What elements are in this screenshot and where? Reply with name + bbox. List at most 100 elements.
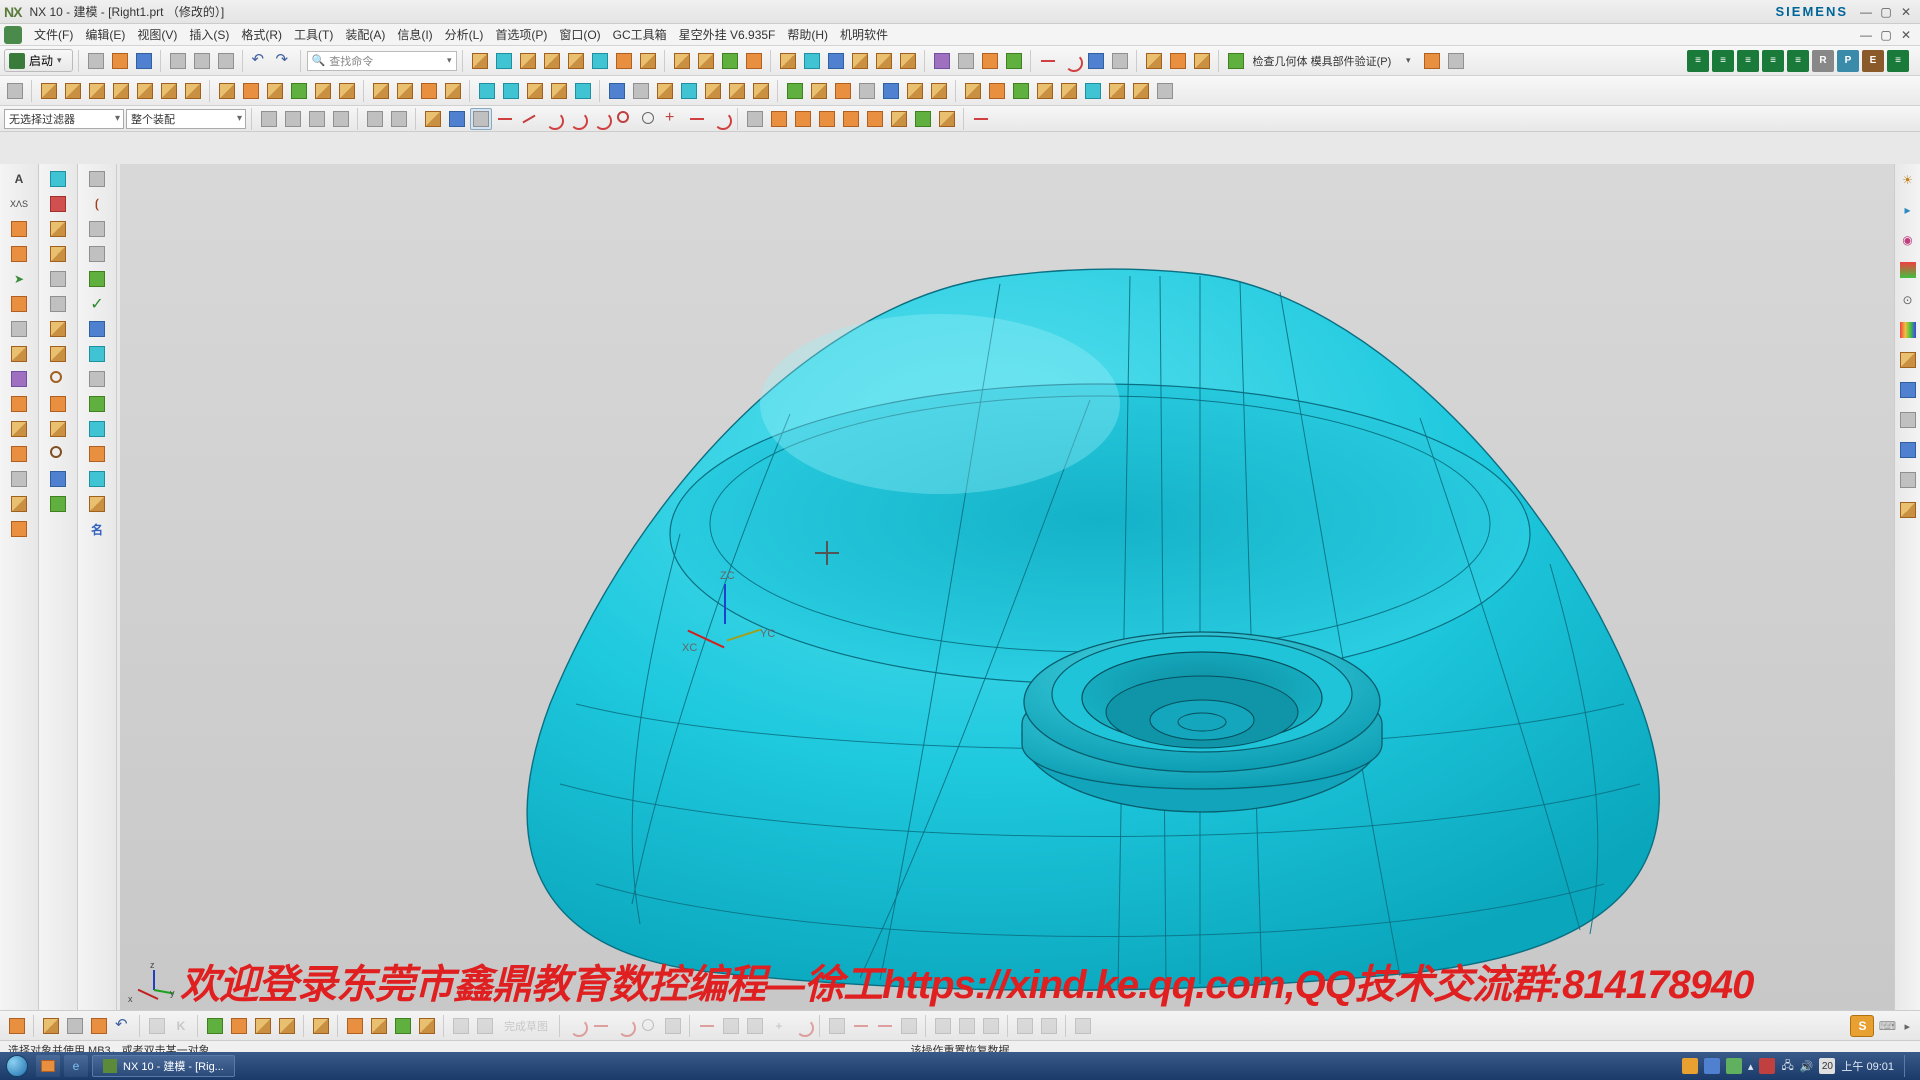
solid2-icon[interactable] xyxy=(158,80,180,102)
tray-icon-2[interactable] xyxy=(1704,1058,1720,1074)
lc1-pen-icon[interactable] xyxy=(6,293,32,315)
undo-icon[interactable] xyxy=(249,50,271,72)
prism-icon[interactable] xyxy=(110,80,132,102)
op12-icon[interactable] xyxy=(880,80,902,102)
extrude-icon[interactable] xyxy=(565,50,587,72)
op3-icon[interactable] xyxy=(654,80,676,102)
bt-c3-icon[interactable] xyxy=(614,1015,636,1037)
bt-f1-icon[interactable] xyxy=(932,1015,954,1037)
sketch-icon[interactable] xyxy=(4,80,26,102)
assembly-scope-combo[interactable]: 整个装配 xyxy=(126,109,246,129)
snap4-icon[interactable] xyxy=(840,108,862,130)
feat3-icon[interactable] xyxy=(264,80,286,102)
lc3-star-icon[interactable] xyxy=(84,268,110,290)
open-icon[interactable] xyxy=(109,50,131,72)
hole-icon[interactable] xyxy=(637,50,659,72)
cylinder-icon[interactable] xyxy=(493,50,515,72)
menu-jiming-soft[interactable]: 机明软件 xyxy=(834,24,894,45)
bt-e3-icon[interactable] xyxy=(874,1015,896,1037)
bt-point-icon[interactable] xyxy=(204,1015,226,1037)
tray-icon-3[interactable] xyxy=(1726,1058,1742,1074)
lc3-name-icon[interactable]: 名 xyxy=(84,518,110,540)
restore-button[interactable]: ▢ xyxy=(1877,4,1895,20)
disp-target-icon[interactable] xyxy=(638,108,660,130)
menu-preferences[interactable]: 首选项(P) xyxy=(489,24,553,45)
menu-info[interactable]: 信息(I) xyxy=(391,24,438,45)
menu-gctoolbox[interactable]: GC工具箱 xyxy=(607,24,673,45)
close-button[interactable]: ✕ xyxy=(1897,4,1915,20)
bt-h1-icon[interactable] xyxy=(1072,1015,1094,1037)
menu-analysis[interactable]: 分析(L) xyxy=(439,24,490,45)
bt-copy-icon[interactable] xyxy=(88,1015,110,1037)
an7-icon[interactable] xyxy=(1106,80,1128,102)
snap7-icon[interactable] xyxy=(912,108,934,130)
bt-d3-icon[interactable] xyxy=(744,1015,766,1037)
bt-f2-icon[interactable] xyxy=(956,1015,978,1037)
bt-more2-icon[interactable] xyxy=(392,1015,414,1037)
measure-angle-icon[interactable] xyxy=(1061,50,1083,72)
bt-lock-icon[interactable] xyxy=(450,1015,472,1037)
validate-dropdown-icon[interactable]: ▾ xyxy=(1397,50,1419,72)
subtract-icon[interactable] xyxy=(873,50,895,72)
trim-icon[interactable] xyxy=(825,50,847,72)
an6-icon[interactable] xyxy=(1082,80,1104,102)
lc2-oring-icon[interactable] xyxy=(45,443,71,465)
feat9-icon[interactable] xyxy=(418,80,440,102)
lc3-stack-icon[interactable] xyxy=(84,218,110,240)
lc2-finish-icon[interactable] xyxy=(45,493,71,515)
bt-axis2-icon[interactable] xyxy=(276,1015,298,1037)
sel-rect-icon[interactable] xyxy=(364,108,386,130)
save-icon[interactable] xyxy=(133,50,155,72)
bt-grid2-icon[interactable] xyxy=(228,1015,250,1037)
excel4-tile-icon[interactable]: ≡ xyxy=(1762,50,1784,72)
cut-icon[interactable] xyxy=(167,50,189,72)
more-geom-icon[interactable] xyxy=(1143,50,1165,72)
mirror-icon[interactable] xyxy=(801,50,823,72)
nx-taskbar-item[interactable]: NX 10 - 建模 - [Rig... xyxy=(92,1055,235,1077)
lc1-mirror-icon[interactable] xyxy=(6,418,32,440)
bt-dim2-icon[interactable]: K xyxy=(170,1015,192,1037)
command-search-input[interactable]: 🔍查找命令 ▾ xyxy=(307,51,457,71)
rt-settings-icon[interactable]: ☀ xyxy=(1898,170,1918,190)
op8-icon[interactable] xyxy=(784,80,806,102)
lc2-more-icon[interactable] xyxy=(45,318,71,340)
lc1-sheets-icon[interactable] xyxy=(6,243,32,265)
chamfer-icon[interactable] xyxy=(743,50,765,72)
lc3-draw-icon[interactable] xyxy=(84,368,110,390)
an9-icon[interactable] xyxy=(1154,80,1176,102)
rt-spectrum-icon[interactable] xyxy=(1898,320,1918,340)
lc3-pt-icon[interactable] xyxy=(84,468,110,490)
feat8-icon[interactable] xyxy=(394,80,416,102)
lc3-tri-icon[interactable] xyxy=(84,168,110,190)
tray-icon-1[interactable] xyxy=(1682,1058,1698,1074)
rt-render-icon[interactable] xyxy=(1898,260,1918,280)
lc2-cube-icon[interactable] xyxy=(45,218,71,240)
bt-csys2-icon[interactable] xyxy=(252,1015,274,1037)
an3-icon[interactable] xyxy=(1010,80,1032,102)
bt-d2-icon[interactable] xyxy=(720,1015,742,1037)
kbd-icon[interactable]: ⌨ xyxy=(1876,1015,1898,1037)
menu-edit[interactable]: 编辑(E) xyxy=(79,24,131,45)
tray-net-icon[interactable]: 🖧 xyxy=(1781,1057,1793,1076)
rt-add-icon[interactable] xyxy=(1898,380,1918,400)
an8-icon[interactable] xyxy=(1130,80,1152,102)
lc2-sheet-icon[interactable] xyxy=(45,168,71,190)
selection-filter-combo[interactable]: 无选择过滤器 xyxy=(4,109,124,129)
start-orb[interactable] xyxy=(0,1052,34,1080)
rt-stack-icon[interactable] xyxy=(1898,440,1918,460)
menu-help[interactable]: 帮助(H) xyxy=(781,24,834,45)
more-geom2-icon[interactable] xyxy=(1167,50,1189,72)
snap3-icon[interactable] xyxy=(816,108,838,130)
app-menu-icon[interactable] xyxy=(4,26,22,44)
csys-icon[interactable] xyxy=(979,50,1001,72)
lc3-grid-icon[interactable] xyxy=(84,243,110,265)
an2-icon[interactable] xyxy=(986,80,1008,102)
sel-lasso-icon[interactable] xyxy=(306,108,328,130)
draft-icon[interactable] xyxy=(695,50,717,72)
doc-restore-button[interactable]: ▢ xyxy=(1877,27,1895,43)
bt-c1-icon[interactable] xyxy=(566,1015,588,1037)
more-geom3-icon[interactable] xyxy=(1191,50,1213,72)
lc1-group-icon[interactable] xyxy=(6,368,32,390)
surf2-icon[interactable] xyxy=(500,80,522,102)
menu-assembly[interactable]: 装配(A) xyxy=(339,24,391,45)
